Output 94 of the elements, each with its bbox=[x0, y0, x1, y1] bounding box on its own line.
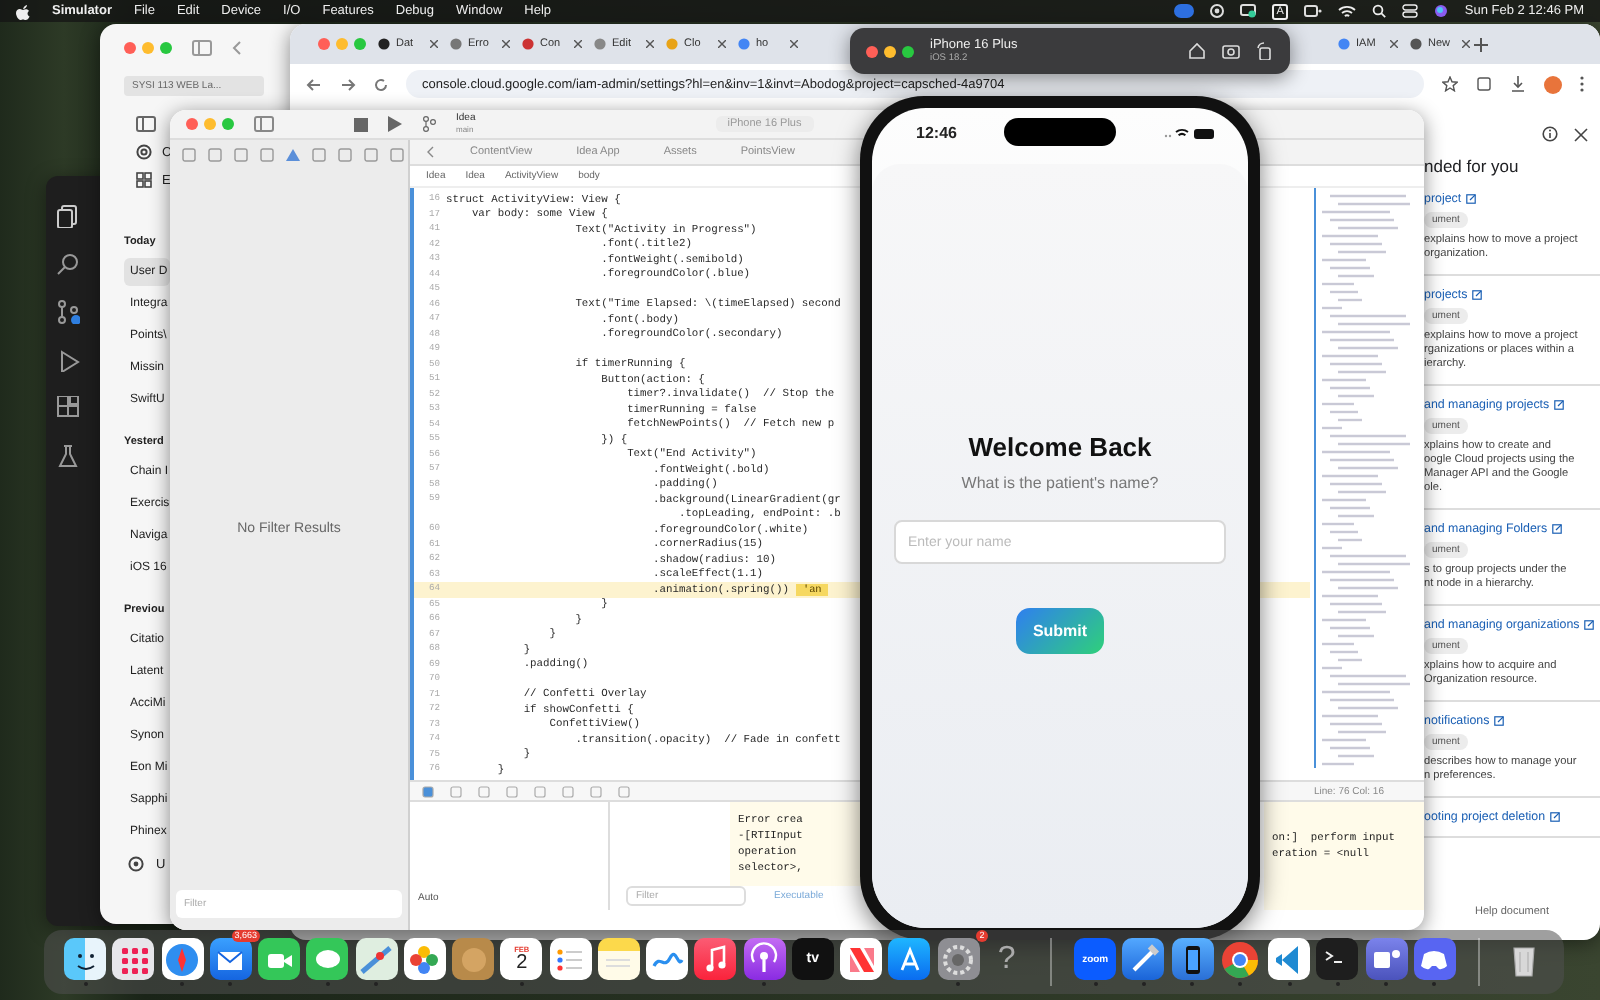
team-app-icon[interactable] bbox=[1365, 938, 1408, 980]
close-icon[interactable] bbox=[718, 40, 726, 48]
smiley-app-icon[interactable] bbox=[64, 938, 107, 980]
site-icon bbox=[738, 38, 750, 50]
status-icons bbox=[1164, 125, 1216, 139]
phone-app-icon[interactable] bbox=[1171, 938, 1214, 980]
site-icon bbox=[1338, 38, 1350, 50]
compass-icon[interactable] bbox=[161, 938, 204, 980]
control-center-icon[interactable] bbox=[1402, 4, 1419, 18]
profile-avatar[interactable] bbox=[1544, 75, 1562, 93]
blocks-icon[interactable] bbox=[56, 396, 80, 420]
letter-a-icon[interactable] bbox=[888, 938, 931, 980]
external-link-icon bbox=[1551, 524, 1562, 534]
screen-status-icon[interactable] bbox=[1239, 4, 1256, 18]
branch-icon bbox=[422, 116, 436, 132]
grid-icon[interactable] bbox=[136, 172, 152, 188]
chevron-left-icon[interactable] bbox=[232, 40, 242, 56]
close-icon[interactable] bbox=[1574, 127, 1588, 141]
news-icon[interactable] bbox=[840, 938, 883, 980]
search-icon[interactable] bbox=[56, 252, 80, 276]
site-icon bbox=[378, 38, 390, 50]
dynamic-island bbox=[1004, 118, 1117, 146]
squiggle-icon[interactable] bbox=[646, 938, 689, 980]
gear-icon[interactable] bbox=[937, 938, 980, 980]
wifi-icon[interactable] bbox=[1338, 4, 1357, 18]
flask-icon[interactable] bbox=[56, 444, 80, 468]
sidebar-icon[interactable] bbox=[192, 40, 212, 56]
debug-toggle-icon[interactable] bbox=[422, 785, 434, 797]
play-icon[interactable] bbox=[388, 116, 402, 132]
status-pill-icon[interactable] bbox=[1173, 4, 1194, 18]
close-icon[interactable] bbox=[1462, 40, 1470, 48]
prompt-text: What is the patient's name? bbox=[961, 474, 1159, 492]
status-time: 12:46 bbox=[916, 123, 957, 141]
speech-bubble-icon[interactable] bbox=[306, 938, 349, 980]
site-icon bbox=[522, 38, 534, 50]
site-icon bbox=[450, 38, 462, 50]
camera-icon[interactable] bbox=[1222, 42, 1240, 60]
chevron-left-icon[interactable] bbox=[426, 146, 434, 158]
app-icon[interactable] bbox=[452, 938, 495, 980]
envelope-icon[interactable] bbox=[209, 938, 252, 980]
forward-arrow-icon[interactable] bbox=[340, 77, 356, 91]
display-icon[interactable] bbox=[1304, 4, 1323, 18]
at-sign-icon[interactable] bbox=[136, 144, 152, 160]
podcast-icon[interactable] bbox=[743, 938, 786, 980]
external-link-icon bbox=[1553, 400, 1564, 410]
calendar-day: 2 bbox=[516, 953, 528, 973]
close-icon[interactable] bbox=[574, 40, 582, 48]
site-icon bbox=[1410, 38, 1422, 50]
extensions-icon[interactable] bbox=[1476, 76, 1492, 92]
reload-icon[interactable] bbox=[374, 77, 388, 91]
notepad-icon[interactable] bbox=[597, 938, 640, 980]
screen-title: Welcome Back bbox=[968, 432, 1152, 462]
flower-icon[interactable] bbox=[403, 938, 446, 980]
plus-icon[interactable] bbox=[1474, 37, 1488, 51]
sidebar-icon[interactable] bbox=[136, 116, 156, 132]
map-icon[interactable] bbox=[355, 938, 398, 980]
hammer-icon[interactable] bbox=[1122, 938, 1165, 980]
external-link-icon bbox=[1549, 812, 1560, 822]
external-link-icon bbox=[1465, 194, 1476, 204]
code-editor-icon[interactable] bbox=[1268, 938, 1311, 980]
close-icon[interactable] bbox=[790, 40, 798, 48]
grid-app-icon[interactable] bbox=[112, 938, 155, 980]
branch-icon[interactable] bbox=[56, 300, 80, 324]
apple-logo-icon[interactable] bbox=[16, 3, 30, 19]
site-icon bbox=[666, 38, 678, 50]
files-icon[interactable] bbox=[56, 204, 80, 228]
help-icon[interactable]: ? bbox=[985, 938, 1028, 980]
circle-status-icon[interactable] bbox=[1209, 4, 1224, 18]
tricolor-circle-icon[interactable] bbox=[1219, 938, 1262, 980]
stop-icon[interactable] bbox=[354, 117, 368, 131]
home-icon[interactable] bbox=[1188, 42, 1206, 60]
panel-heading: nded for you bbox=[1424, 156, 1521, 176]
external-link-icon bbox=[1493, 716, 1504, 726]
list-icon[interactable] bbox=[549, 938, 592, 980]
terminal-icon[interactable] bbox=[1316, 938, 1359, 980]
rotate-icon[interactable] bbox=[1256, 42, 1274, 60]
site-icon bbox=[594, 38, 606, 50]
external-link-icon bbox=[1471, 290, 1482, 300]
info-icon[interactable] bbox=[1542, 126, 1558, 142]
close-icon[interactable] bbox=[430, 40, 438, 48]
star-icon[interactable] bbox=[1442, 76, 1458, 92]
close-icon[interactable] bbox=[502, 40, 510, 48]
close-icon[interactable] bbox=[1390, 40, 1398, 48]
siri-icon[interactable] bbox=[1434, 4, 1449, 18]
close-icon[interactable] bbox=[646, 40, 654, 48]
music-note-icon[interactable] bbox=[694, 938, 737, 980]
warning-icon[interactable] bbox=[286, 147, 300, 161]
game-controller-icon[interactable] bbox=[1413, 938, 1456, 980]
video-camera-icon[interactable] bbox=[258, 938, 301, 980]
search-icon[interactable] bbox=[1372, 4, 1387, 18]
sidebar-icon[interactable] bbox=[254, 116, 274, 132]
external-link-icon bbox=[1583, 620, 1594, 630]
back-arrow-icon[interactable] bbox=[306, 77, 322, 91]
download-icon[interactable] bbox=[1510, 76, 1526, 92]
